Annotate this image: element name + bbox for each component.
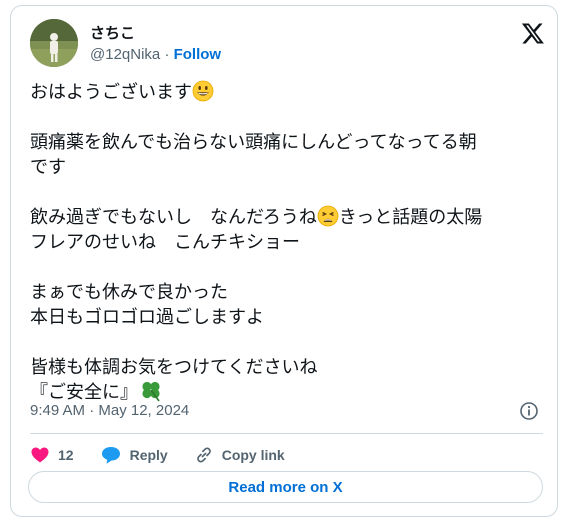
- copy-link-label: Copy link: [221, 447, 285, 463]
- reply-label: Reply: [129, 447, 168, 463]
- tweet-line: 本日もゴロゴロ過ごしますよ: [30, 307, 264, 328]
- tweet-line: きっと話題の太陽: [338, 207, 483, 228]
- tweet-line: 皆様も体調お気をつけてくださいね: [30, 357, 318, 378]
- tweet-line: です: [30, 157, 66, 178]
- weary-face-icon: [317, 205, 339, 227]
- tweet-line: まぁでも休みで良かった: [30, 282, 228, 303]
- read-more-button[interactable]: Read more on X: [28, 471, 543, 503]
- copy-link-button[interactable]: Copy link: [194, 445, 285, 465]
- tweet-line: フレアのせいね こんチキショー: [30, 232, 300, 253]
- reply-button[interactable]: Reply: [100, 445, 168, 465]
- reply-bubble-icon: [101, 447, 120, 464]
- separator-dot: ·: [164, 46, 170, 63]
- heart-icon: [31, 447, 49, 463]
- follow-button[interactable]: Follow: [174, 46, 222, 63]
- tweet-line: 飲み過ぎでもないし なんだろうね: [30, 207, 317, 228]
- avatar[interactable]: [30, 19, 78, 67]
- grinning-face-icon: [192, 80, 214, 102]
- info-icon[interactable]: [519, 401, 539, 421]
- action-bar: 12 Reply Copy link: [30, 439, 311, 471]
- tweet-line: 頭痛薬を飲んでも治らない頭痛にしんどってなってる朝: [30, 132, 477, 153]
- tweet-text: おはようございます 頭痛薬を飲んでも治らない頭痛にしんどってなってる朝 です 飲…: [30, 80, 550, 405]
- x-logo-icon[interactable]: [521, 21, 545, 45]
- tweet-line: おはようございます: [30, 82, 192, 103]
- handle-row: @12qNika · Follow: [90, 46, 221, 63]
- link-icon: [196, 447, 211, 463]
- like-button[interactable]: 12: [30, 445, 74, 465]
- tweet-line: 『ご安全に』: [30, 382, 138, 403]
- timestamp[interactable]: 9:49 AM · May 12, 2024: [30, 402, 189, 419]
- four-leaf-clover-icon: [142, 381, 160, 402]
- tweet-card: さちこ @12qNika · Follow おはようございます 頭痛薬を飲んでも…: [10, 5, 558, 517]
- display-name[interactable]: さちこ: [90, 22, 135, 43]
- like-count: 12: [58, 447, 74, 463]
- handle[interactable]: @12qNika: [90, 46, 160, 63]
- divider: [30, 433, 543, 434]
